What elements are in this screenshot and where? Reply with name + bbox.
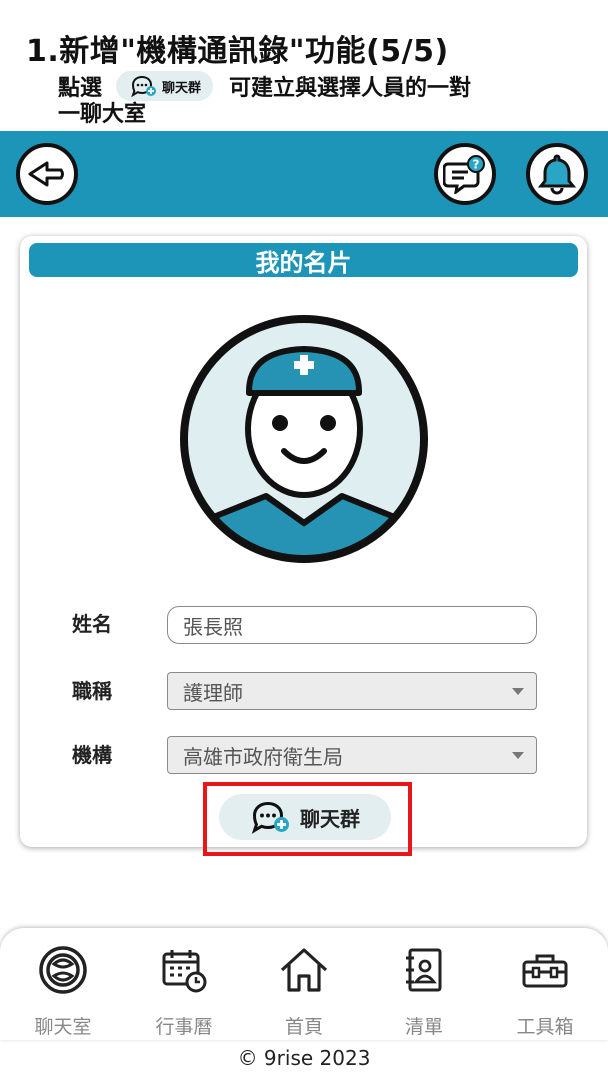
instruction-title: 1.新增"機構通訊錄"功能(5/5) [26,34,449,69]
bottom-nav: 聊天室 行事曆 首頁 清單 工具箱 [0,928,608,1040]
chat-add-icon [131,75,157,98]
organization-select[interactable]: 高雄市政府衛生局 [167,736,537,774]
dropdown-caret-icon [512,752,524,759]
back-button[interactable] [16,143,78,205]
organization-value: 高雄市政府衛生局 [183,744,343,769]
contacts-list-icon [406,948,442,992]
back-arrow-icon [28,161,64,187]
nav-item-list[interactable]: 清單 [374,938,474,1038]
organization-label: 機構 [72,743,112,767]
job-title-label: 職稱 [72,679,112,703]
nav-label-chat-room: 聊天室 [34,1016,92,1038]
inline-chip-label: 聊天群 [162,80,202,96]
home-icon [280,948,328,992]
bell-icon [537,154,577,195]
instruction-banner: 1.新增"機構通訊錄"功能(5/5) 點選 聊天群 可建立與選擇人員的一對 一聊… [0,0,608,132]
calendar-icon [162,950,207,993]
chat-help-icon: ? [443,155,485,194]
my-business-card: 我的名片 姓名 張長照 職稱 護理師 機構 高雄市政府衛生局 聊天群 [20,236,587,847]
toolbox-icon [522,954,568,988]
highlight-box [203,782,412,856]
nav-label-list: 清單 [404,1016,443,1038]
nav-item-chat-room[interactable]: 聊天室 [13,938,113,1038]
nav-item-toolbox[interactable]: 工具箱 [495,938,595,1038]
dropdown-caret-icon [512,688,524,695]
copyright-footer: © 9rise 2023 [237,1046,371,1070]
name-label: 姓名 [72,612,112,636]
nurse-avatar-icon [180,315,428,563]
card-title: 我的名片 [29,243,578,277]
instruction-suffix: 可建立與選擇人員的一對 [229,76,472,101]
job-title-value: 護理師 [183,680,243,705]
nav-label-home: 首頁 [284,1016,323,1038]
name-field[interactable]: 張長照 [167,606,537,644]
nav-item-home[interactable]: 首頁 [254,938,354,1038]
job-title-select[interactable]: 護理師 [167,672,537,710]
notification-button[interactable] [526,143,588,205]
app-top-bar: ? [0,131,608,217]
nav-item-calendar[interactable]: 行事曆 [134,938,234,1038]
help-chat-button[interactable]: ? [434,143,496,205]
nav-label-toolbox: 工具箱 [516,1016,574,1038]
nav-label-calendar: 行事曆 [155,1016,213,1038]
svg-text:?: ? [473,158,480,172]
instruction-line-2: 一聊大室 [58,102,147,127]
chat-room-icon [39,946,87,994]
